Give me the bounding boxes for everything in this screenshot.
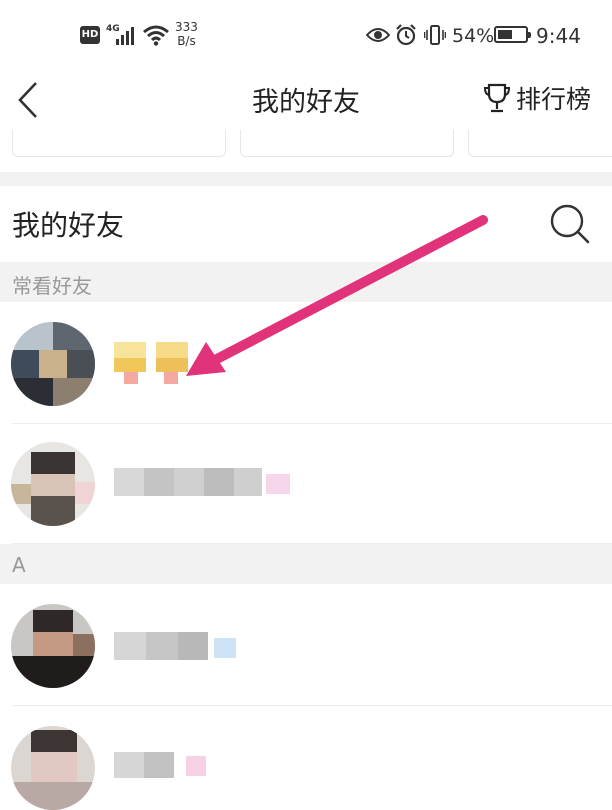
section-label: 常看好友 [12,274,92,298]
eye-icon [366,28,390,42]
ranking-label: 排行榜 [516,85,592,114]
divider [0,172,612,186]
summary-card[interactable] [12,130,226,157]
vibrate-icon [424,25,446,45]
summary-card[interactable] [468,130,612,157]
avatar [11,442,95,526]
avatar [11,604,95,688]
section-header-frequent: 常看好友 [0,262,612,302]
battery-percent: 54% [452,25,495,47]
hd-icon: HD [80,26,100,44]
clock: 9:44 [536,24,581,48]
cards-strip [0,130,612,172]
wifi-icon [143,25,169,46]
status-bar: HD 4G 333 B/s 54% 9:44 [0,0,612,68]
speed-unit: B/s [177,34,196,48]
speed-value: 333 [175,20,198,34]
summary-card[interactable] [240,130,454,157]
friend-row[interactable] [0,302,612,424]
friends-title: 我的好友 [12,209,125,242]
section-label: A [12,553,26,577]
ranking-button[interactable]: 排行榜 [482,80,591,116]
avatar [11,322,95,406]
trophy-icon [483,83,511,113]
alarm-icon [396,24,416,46]
friend-row[interactable] [0,584,612,706]
section-header-a: A [0,544,612,584]
network-speed: 333 B/s [175,20,198,48]
battery-icon [494,26,531,43]
avatar [11,726,95,810]
friend-row[interactable] [0,424,612,544]
search-icon[interactable] [548,202,592,246]
signal-icon [116,27,140,45]
friend-row[interactable] [0,706,612,810]
